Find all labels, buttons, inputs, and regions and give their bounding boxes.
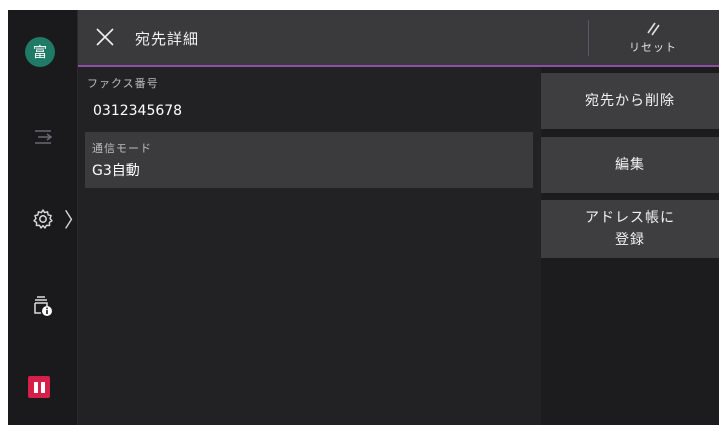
action-column: 宛先から削除 編集 アドレス帳に 登録 xyxy=(541,67,719,425)
comm-mode-value: G3自動 xyxy=(92,163,140,179)
left-rail: 富 〉 xyxy=(8,10,84,425)
fax-number-value: 0312345678 xyxy=(93,103,183,119)
delete-from-destination-button[interactable]: 宛先から削除 xyxy=(541,73,719,129)
transfer-icon[interactable] xyxy=(8,128,78,146)
machine-info-icon[interactable] xyxy=(8,293,78,317)
device-screen: 富 〉 宛先詳細 リセット ファクス番号 0312345678 通信モード G3… xyxy=(8,10,719,425)
register-label-line1: アドレス帳に xyxy=(585,210,675,226)
fax-number-label: ファクス番号 xyxy=(87,77,159,90)
header-divider xyxy=(588,20,589,56)
comm-mode-row[interactable]: 通信モード G3自動 xyxy=(85,132,533,188)
edit-button[interactable]: 編集 xyxy=(541,137,719,193)
comm-mode-label: 通信モード xyxy=(92,142,152,155)
reset-label: リセット xyxy=(629,41,677,54)
register-address-book-button[interactable]: アドレス帳に 登録 xyxy=(541,200,719,258)
page-title: 宛先詳細 xyxy=(135,30,200,48)
detail-panel: ファクス番号 0312345678 通信モード G3自動 xyxy=(78,67,541,425)
register-label-line2: 登録 xyxy=(615,232,645,248)
header-bar: 宛先詳細 リセット xyxy=(78,10,719,65)
close-icon[interactable] xyxy=(94,26,116,48)
avatar[interactable]: 富 xyxy=(25,37,55,67)
reset-icon xyxy=(647,22,660,36)
reset-button[interactable]: リセット xyxy=(593,14,713,62)
pause-icon[interactable] xyxy=(28,376,50,398)
